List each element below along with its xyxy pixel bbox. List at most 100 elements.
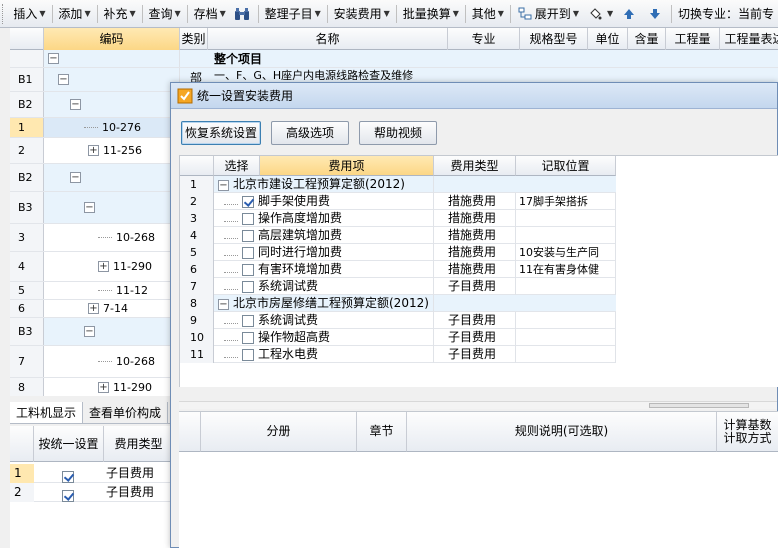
- toolbar-grip[interactable]: [2, 3, 7, 24]
- col-spec-header[interactable]: 规格型号: [520, 28, 588, 50]
- unified-checkbox[interactable]: [62, 486, 76, 505]
- scrollbar-thumb[interactable]: [649, 403, 749, 408]
- location-cell[interactable]: [516, 210, 616, 227]
- collapse-icon[interactable]: −: [58, 74, 69, 85]
- location-cell[interactable]: 11在有害身体健: [516, 261, 616, 278]
- fee-type-cell[interactable]: 措施费用: [434, 227, 516, 244]
- fee-type-cell[interactable]: 措施费用: [434, 261, 516, 278]
- collapse-icon[interactable]: −: [84, 202, 95, 213]
- col-type-header[interactable]: 费用类型: [434, 156, 516, 176]
- location-cell[interactable]: [516, 329, 616, 346]
- table-row[interactable]: 11 工程水电费 子目费用: [180, 346, 616, 363]
- location-cell[interactable]: [516, 278, 616, 295]
- organize-menu[interactable]: 整理子目 ▼: [261, 3, 325, 25]
- horizontal-scrollbar[interactable]: [179, 401, 777, 409]
- collapse-icon[interactable]: −: [218, 299, 229, 310]
- col-major-header[interactable]: 专业: [448, 28, 520, 50]
- col-code-header[interactable]: 编码: [44, 28, 180, 50]
- expand-icon[interactable]: +: [88, 145, 99, 156]
- switch-major-button[interactable]: 切换专业：当前专: [674, 3, 778, 25]
- fee-type-cell[interactable]: 措施费用: [434, 210, 516, 227]
- location-cell[interactable]: [516, 227, 616, 244]
- move-down-button[interactable]: [643, 3, 669, 25]
- code-cell: 10-268: [44, 224, 180, 251]
- table-row[interactable]: 7 系统调试费 子目费用: [180, 278, 616, 295]
- table-row[interactable]: 2 脚手架使用费 措施费用 17脚手架搭拆: [180, 193, 616, 210]
- col-unified-header[interactable]: 按统一设置: [34, 426, 104, 462]
- checkbox-checked-icon[interactable]: [242, 195, 254, 208]
- col-calc-header[interactable]: 计算基数 计取方式: [717, 412, 778, 452]
- col-qty-expr-header[interactable]: 工程量表达: [720, 28, 778, 50]
- location-cell[interactable]: 17脚手架搭拆: [516, 193, 616, 210]
- col-unit-header[interactable]: 单位: [588, 28, 628, 50]
- table-row[interactable]: 10 操作物超高费 子目费用: [180, 329, 616, 346]
- col-qty-header[interactable]: 工程量: [666, 28, 720, 50]
- col-chapter-header[interactable]: 章节: [357, 412, 407, 452]
- expand-icon[interactable]: +: [98, 261, 109, 272]
- install-fee-menu[interactable]: 安装费用 ▼: [330, 3, 394, 25]
- collapse-icon[interactable]: −: [70, 172, 81, 183]
- expand-to-menu[interactable]: 展开到 ▼: [513, 3, 583, 25]
- other-menu[interactable]: 其他 ▼: [468, 3, 508, 25]
- col-item-header[interactable]: 费用项: [260, 156, 434, 176]
- col-select-header[interactable]: 选择: [214, 156, 260, 176]
- group-row[interactable]: 8− 北京市房屋修缮工程预算定额(2012): [180, 295, 616, 312]
- table-row[interactable]: 5 同时进行增加费 措施费用 10安装与生产同: [180, 244, 616, 261]
- insert-menu[interactable]: 插入 ▼: [9, 3, 49, 25]
- checkbox-icon[interactable]: [242, 314, 254, 327]
- supplement-menu[interactable]: 补充 ▼: [99, 3, 139, 25]
- expand-icon[interactable]: +: [98, 382, 109, 393]
- checkbox-icon[interactable]: [242, 229, 254, 242]
- fee-type-cell[interactable]: 措施费用: [434, 193, 516, 210]
- advanced-options-button[interactable]: 高级选项: [271, 121, 349, 145]
- location-cell[interactable]: [516, 312, 616, 329]
- table-row[interactable]: 3 操作高度增加费 措施费用: [180, 210, 616, 227]
- query-menu[interactable]: 查询 ▼: [145, 3, 185, 25]
- checkbox-icon[interactable]: [242, 246, 254, 259]
- col-rule-header[interactable]: 规则说明(可选取): [407, 412, 717, 452]
- fee-type-cell[interactable]: 子目费用: [434, 278, 516, 295]
- save-menu[interactable]: 存档 ▼: [190, 3, 230, 25]
- dialog-title-bar[interactable]: 统一设置安装费用: [171, 83, 777, 109]
- expand-icon[interactable]: +: [88, 303, 99, 314]
- chevron-down-icon: ▼: [383, 9, 390, 18]
- table-row[interactable]: 1 子目费用: [10, 464, 170, 483]
- col-location-header[interactable]: 记取位置: [516, 156, 616, 176]
- collapse-icon[interactable]: −: [218, 180, 229, 191]
- fee-type-cell[interactable]: 措施费用: [434, 244, 516, 261]
- paint-bucket-button[interactable]: ▼: [583, 3, 617, 25]
- tab-material-machine[interactable]: 工料机显示: [10, 402, 84, 423]
- checkbox-icon[interactable]: [242, 263, 254, 276]
- table-row[interactable]: 4 高层建筑增加费 措施费用: [180, 227, 616, 244]
- checkbox-icon[interactable]: [242, 331, 254, 344]
- query-label: 查询: [148, 7, 173, 21]
- col-name-header[interactable]: 名称: [208, 28, 448, 50]
- tab-unit-price[interactable]: 查看单价构成: [83, 402, 169, 423]
- checkbox-icon[interactable]: [242, 212, 254, 225]
- col-fee-type-header[interactable]: 费用类型: [104, 426, 174, 462]
- fee-type-cell[interactable]: 子目费用: [434, 346, 516, 363]
- fee-type-cell[interactable]: 子目费用: [434, 312, 516, 329]
- help-video-button[interactable]: 帮助视频: [359, 121, 437, 145]
- table-row[interactable]: 6 有害环境增加费 措施费用 11在有害身体健: [180, 261, 616, 278]
- table-row[interactable]: 2 子目费用: [10, 483, 170, 502]
- collapse-icon[interactable]: −: [70, 99, 81, 110]
- location-cell[interactable]: 10安装与生产同: [516, 244, 616, 261]
- col-section-header[interactable]: 分册: [201, 412, 357, 452]
- restore-system-settings-button[interactable]: 恢复系统设置: [181, 121, 261, 145]
- collapse-icon[interactable]: −: [48, 53, 59, 64]
- table-row[interactable]: 9 系统调试费 子目费用: [180, 312, 616, 329]
- move-up-button[interactable]: [617, 3, 643, 25]
- col-category-header[interactable]: 类别: [180, 28, 208, 50]
- checkbox-icon[interactable]: [242, 280, 254, 293]
- location-cell[interactable]: [516, 346, 616, 363]
- group-row[interactable]: 1− 北京市建设工程预算定额(2012): [180, 176, 616, 193]
- checkbox-icon[interactable]: [242, 348, 254, 361]
- add-menu[interactable]: 添加 ▼: [54, 3, 94, 25]
- fee-type-cell[interactable]: 子目费用: [434, 329, 516, 346]
- binoculars-button[interactable]: [230, 3, 256, 25]
- collapse-icon[interactable]: −: [84, 326, 95, 337]
- col-content-header[interactable]: 含量: [628, 28, 666, 50]
- table-row[interactable]: − 整个项目: [10, 50, 778, 68]
- batch-convert-menu[interactable]: 批量换算 ▼: [399, 3, 463, 25]
